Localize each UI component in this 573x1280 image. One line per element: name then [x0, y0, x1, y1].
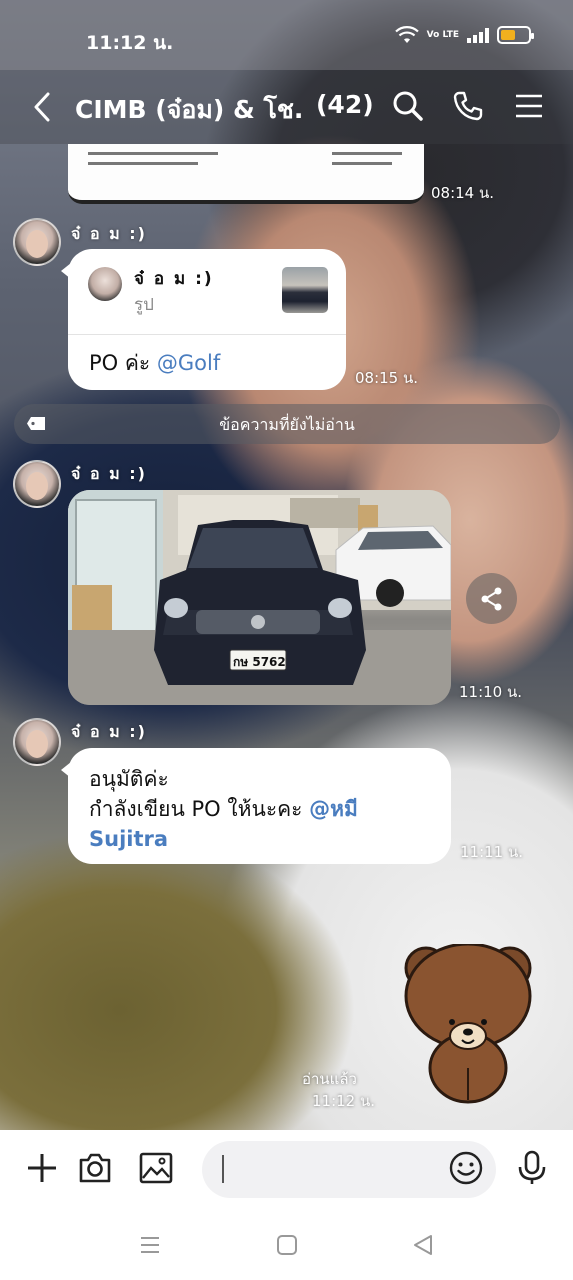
volte-icon: Vo LTE [426, 29, 459, 40]
message-line: กำลังเขียน PO ให้นะคะ @หมี [89, 794, 358, 824]
message-text-prefix: PO ค่ะ [89, 351, 157, 375]
unread-divider: ข้อความที่ยังไม่อ่าน [14, 404, 560, 444]
car-photo-illustration [68, 490, 451, 705]
read-receipt: อ่านแล้ว [302, 1070, 357, 1088]
message-text: PO ค่ะ @Golf [89, 348, 220, 378]
share-icon [481, 587, 501, 610]
mention-link[interactable]: Sujitra [89, 824, 358, 854]
battery-icon [497, 26, 534, 44]
reply-quote[interactable]: จ๋ อ ม :) รูป [68, 249, 346, 335]
avatar[interactable] [13, 218, 61, 266]
message-time: 11:12 น. [312, 1092, 376, 1110]
car-photo[interactable]: กษ 5762 [68, 490, 451, 705]
sender-name: จ๋ อ ม :) [71, 224, 147, 243]
avatar[interactable] [13, 460, 61, 508]
system-nav-bar [0, 1210, 573, 1280]
back-nav-icon[interactable] [412, 1234, 434, 1256]
message-time: 11:11 น. [460, 843, 524, 861]
mention-link[interactable]: @Golf [157, 351, 220, 375]
message-list[interactable]: 08:14 น. จ๋ อ ม :) จ๋ อ ม :) รูป PO ค่ะ … [0, 144, 573, 1130]
unread-label: ข้อความที่ยังไม่อ่าน [219, 415, 355, 434]
reply-message-bubble[interactable]: จ๋ อ ม :) รูป PO ค่ะ @Golf [61, 249, 346, 390]
home-icon[interactable] [276, 1234, 298, 1256]
license-plate: กษ 5762 [233, 655, 286, 669]
camera-icon[interactable] [77, 1150, 113, 1186]
recents-icon[interactable] [139, 1234, 161, 1256]
plus-icon[interactable] [24, 1150, 60, 1186]
message-time: 08:15 น. [355, 369, 419, 387]
emoji-icon[interactable] [448, 1150, 484, 1186]
document-image[interactable] [68, 144, 424, 204]
avatar[interactable] [13, 718, 61, 766]
menu-icon[interactable] [513, 90, 545, 122]
message-time: 11:10 น. [459, 683, 523, 701]
quote-avatar [88, 267, 122, 301]
message-text-prefix: กำลังเขียน PO ให้นะคะ [89, 797, 310, 821]
member-count[interactable]: (42) [316, 90, 374, 119]
quote-preview: รูป [134, 295, 154, 315]
search-icon[interactable] [392, 90, 424, 122]
message-input-bar [0, 1130, 573, 1210]
wifi-icon [394, 26, 419, 43]
status-bar: 11:12 น. Vo LTE [0, 0, 573, 70]
sender-name: จ๋ อ ม :) [71, 464, 147, 483]
image-icon[interactable] [138, 1150, 174, 1186]
chat-header: CIMB (จ๋อม) & โช... (42) [0, 70, 573, 144]
chat-title[interactable]: CIMB (จ๋อม) & โช... [75, 90, 305, 130]
phone-icon[interactable] [452, 90, 484, 122]
microphone-icon[interactable] [514, 1150, 550, 1186]
mention-link[interactable]: @หมี [309, 797, 358, 821]
status-time: 11:12 น. [86, 32, 174, 54]
status-icons: Vo LTE [394, 26, 534, 44]
share-button[interactable] [466, 573, 517, 624]
message-line: อนุมัติค่ะ [89, 767, 169, 791]
quote-thumbnail [282, 267, 328, 313]
sender-name: จ๋ อ ม :) [71, 722, 147, 741]
approval-message-bubble[interactable]: อนุมัติค่ะ กำลังเขียน PO ให้นะคะ @หมี Su… [61, 748, 451, 864]
signal-icon [467, 27, 489, 43]
message-text: อนุมัติค่ะ กำลังเขียน PO ให้นะคะ @หมี Su… [89, 764, 358, 854]
message-time: 08:14 น. [431, 184, 495, 202]
back-icon[interactable] [30, 92, 54, 122]
quote-sender: จ๋ อ ม :) [134, 269, 214, 289]
text-caret [222, 1155, 224, 1183]
brown-bear-sticker[interactable] [402, 944, 534, 1104]
